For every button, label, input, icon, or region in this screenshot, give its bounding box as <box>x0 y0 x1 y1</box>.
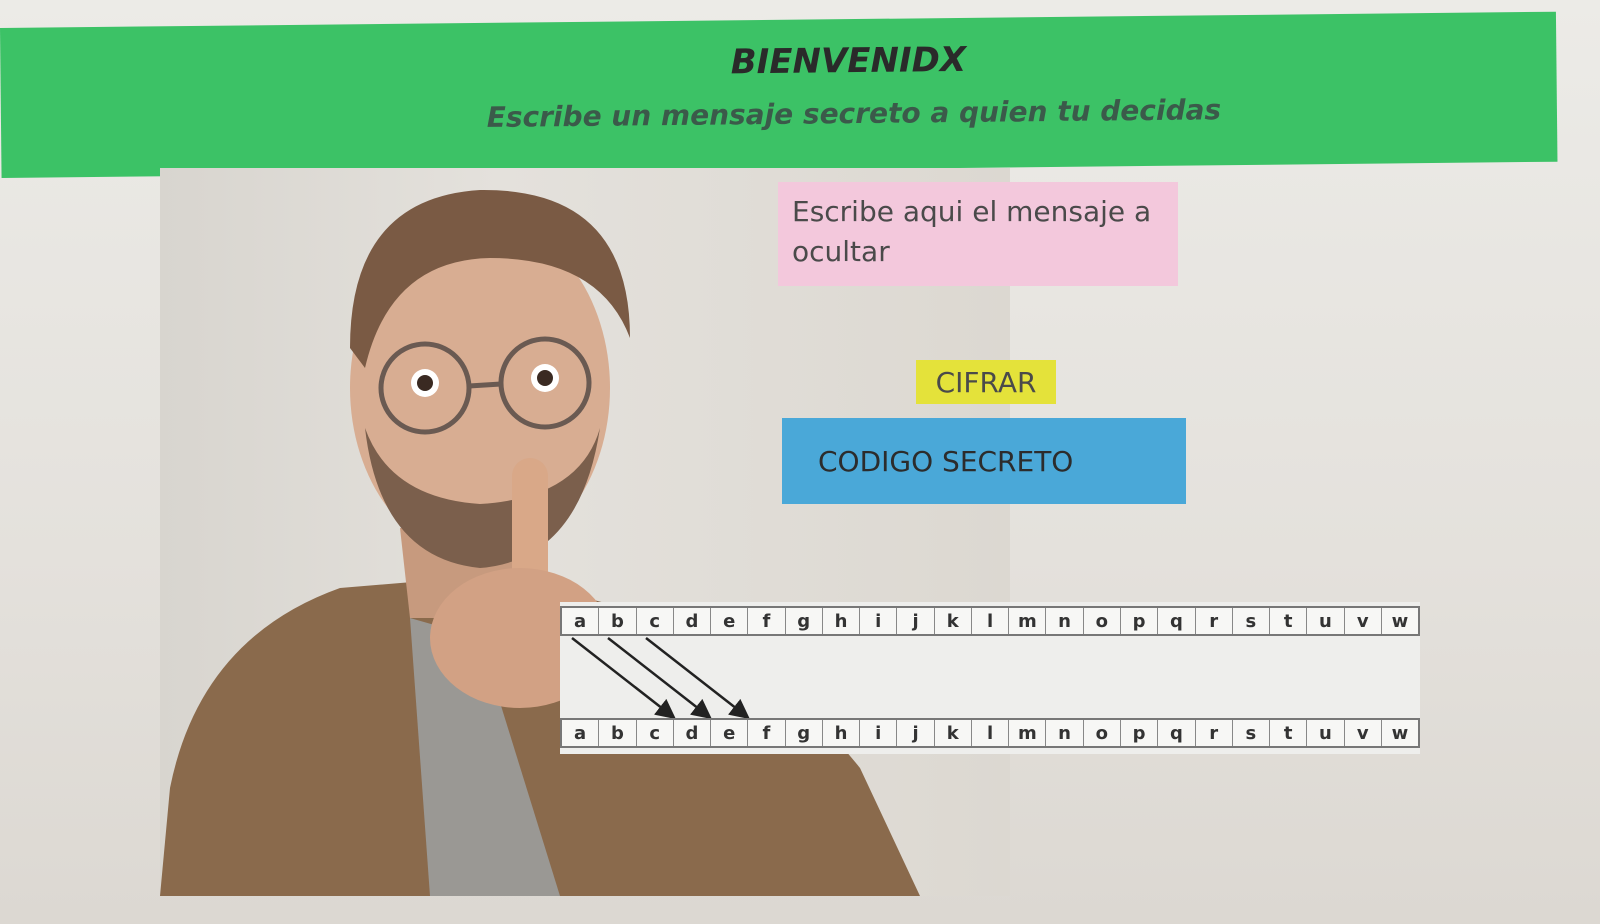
page: BIENVENIDX Escribe un mensaje secreto a … <box>0 0 1600 924</box>
plain-letter-cell: b <box>599 608 637 634</box>
plain-letter-cell: w <box>1391 610 1409 632</box>
cipher-letter-cell: g <box>786 720 823 746</box>
codigo-secreto-button[interactable]: CODIGO SECRETO <box>782 418 1186 504</box>
plain-letter-cell: f <box>748 608 786 634</box>
cipher-letter-cell: n <box>1046 720 1084 746</box>
cipher-alphabet-row: abcdefghijklmnopqrstuvw <box>560 718 1420 748</box>
plain-letter-cell: c <box>637 608 674 634</box>
cipher-letter-cell: t <box>1270 720 1308 746</box>
page-title: BIENVENIDX <box>730 39 967 83</box>
plain-letter-cell: q <box>1158 608 1196 634</box>
plain-letter-cell: h <box>823 608 861 634</box>
cipher-letter-cell: j <box>897 720 935 746</box>
cipher-letter-cell: k <box>935 720 972 746</box>
page-subtitle: Escribe un mensaje secreto a quien tu de… <box>486 93 1222 134</box>
cipher-letter-cell: p <box>1121 720 1159 746</box>
cipher-letter-cell: e <box>711 720 749 746</box>
plain-letter-cell: p <box>1121 608 1159 634</box>
cipher-letter-cell: b <box>599 720 637 746</box>
plain-letter-cell: u <box>1307 608 1345 634</box>
cipher-letter-cell: c <box>637 720 674 746</box>
plain-letter-cell: o <box>1084 608 1121 634</box>
header-banner: BIENVENIDX Escribe un mensaje secreto a … <box>0 11 1558 178</box>
caesar-cipher-diagram: abcdefghijklmnopqrstuvw abcdefghijklmnop… <box>560 602 1420 754</box>
cipher-letter-cell: q <box>1158 720 1196 746</box>
plain-letter-cell: d <box>674 608 712 634</box>
cipher-letter-cell: d <box>674 720 712 746</box>
cipher-letter-cell: a <box>562 720 600 746</box>
cifrar-button[interactable]: CIFRAR <box>916 360 1056 404</box>
plain-letter-cell: g <box>786 608 823 634</box>
plain-letter-cell: t <box>1270 608 1308 634</box>
cipher-letter-cell: o <box>1084 720 1121 746</box>
plain-letter-cell: i <box>860 608 898 634</box>
cipher-letter-cell: w <box>1391 722 1409 744</box>
cipher-letter-cell: s <box>1233 720 1271 746</box>
plain-letter-cell: k <box>935 608 972 634</box>
plain-alphabet-row: abcdefghijklmnopqrstuvw <box>560 606 1420 636</box>
cipher-letter-cell: v <box>1345 720 1382 746</box>
message-input[interactable] <box>778 182 1178 286</box>
cipher-letter-cell: h <box>823 720 861 746</box>
plain-letter-cell: n <box>1046 608 1084 634</box>
cipher-letter-cell: r <box>1196 720 1233 746</box>
cipher-letter-cell: i <box>860 720 898 746</box>
plain-letter-cell: e <box>711 608 749 634</box>
cipher-letter-cell: l <box>972 720 1010 746</box>
plain-letter-cell: r <box>1196 608 1233 634</box>
plain-letter-cell: m <box>1009 608 1047 634</box>
plain-letter-cell: s <box>1233 608 1271 634</box>
shift-arrows-icon <box>571 637 750 720</box>
plain-letter-cell: v <box>1345 608 1382 634</box>
cipher-letter-cell: u <box>1307 720 1345 746</box>
plain-letter-cell: j <box>897 608 935 634</box>
plain-letter-cell: l <box>972 608 1010 634</box>
cipher-letter-cell: m <box>1009 720 1047 746</box>
cipher-letter-cell: f <box>748 720 786 746</box>
plain-letter-cell: a <box>562 608 600 634</box>
